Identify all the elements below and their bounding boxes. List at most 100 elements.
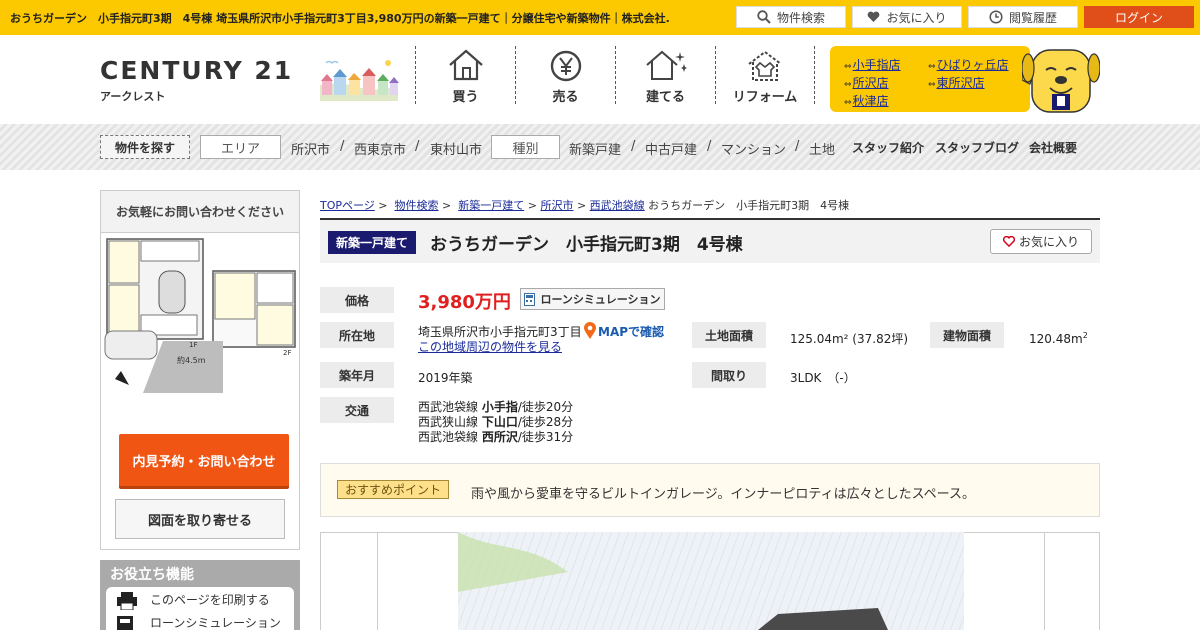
property-search-button[interactable]: 物件検索 <box>736 6 846 28</box>
recommend-point-box: おすすめポイント 雨や風から愛車を守るビルトインガレージ。インナーピロティは広々… <box>320 463 1100 517</box>
sidebar-contact-panel: お気軽にお問い合わせください 約4.5m 1F 2F 内見予約・お問い合わせ 図… <box>100 190 300 550</box>
staff-blog-link[interactable]: スタッフブログ <box>935 139 1019 156</box>
access-line: 西武池袋線 <box>418 430 479 444</box>
print-page-link[interactable]: このページを印刷する <box>150 591 270 608</box>
tshirt-house-icon <box>748 50 782 81</box>
property-search-label: 物件検索 <box>776 10 825 25</box>
find-property-button[interactable]: 物件を探す <box>100 135 190 159</box>
land-area-label: 土地面積 <box>692 322 766 348</box>
building-area-label: 建物面積 <box>930 322 1004 348</box>
access-walk: /徒歩20分 <box>517 400 574 414</box>
history-label: 閲覧履歴 <box>1008 10 1057 25</box>
breadcrumb-sep: > <box>527 199 537 212</box>
add-favorite-button[interactable]: お気に入り <box>990 229 1092 254</box>
search-icon <box>757 10 771 24</box>
nav-build-label: 建てる <box>645 90 685 105</box>
building-area-value: 120.48m2 <box>1029 331 1088 346</box>
building-area-number: 120.48m <box>1029 332 1083 346</box>
separator: / <box>707 139 712 154</box>
access-station: 小手指 <box>481 400 518 414</box>
loan-simulation-button[interactable]: ローンシミュレーション <box>520 288 665 310</box>
breadcrumb-new-house[interactable]: 新築一戸建て <box>458 199 524 212</box>
separator: / <box>631 139 636 154</box>
distance-text: 約4.5m <box>177 355 206 365</box>
mascot-character <box>1022 49 1100 113</box>
separator: / <box>340 139 345 154</box>
area-button[interactable]: エリア <box>200 135 281 159</box>
access-walk: /徒歩28分 <box>517 415 574 429</box>
area-link-nishitokyo[interactable]: 西東京市 <box>354 139 406 158</box>
area-link-tokorozawa[interactable]: 所沢市 <box>291 139 330 158</box>
floor2-text: 2F <box>283 349 291 357</box>
heart-icon <box>868 11 880 22</box>
contact-visit-button[interactable]: 内見予約・お問い合わせ <box>119 434 289 486</box>
property-photo[interactable] <box>458 532 964 630</box>
sidebar-heading: お気軽にお問い合わせください <box>101 191 299 233</box>
nav-sell-label: 売る <box>552 90 579 105</box>
breadcrumb: TOPページ > 物件検索 > 新築一戸建て > 所沢市 > 西武池袋線 おうち… <box>320 197 849 213</box>
nav-build[interactable]: 建てる <box>615 46 715 105</box>
type-link-used-house[interactable]: 中古戸建 <box>645 139 697 158</box>
company-link[interactable]: 会社概要 <box>1029 139 1077 156</box>
history-button[interactable]: 閲覧履歴 <box>968 6 1078 28</box>
breadcrumb-top[interactable]: TOPページ <box>320 199 375 212</box>
shop-link-tokorozawa[interactable]: 所沢店 <box>844 74 889 91</box>
loan-simulation-link[interactable]: ローンシミュレーション <box>150 614 281 630</box>
floor1-text: 1F <box>189 341 197 349</box>
nav-reform-label: リフォーム <box>732 90 798 105</box>
access-line: 西武狭山線 <box>418 415 479 429</box>
breadcrumb-sep: > <box>576 199 587 212</box>
staff-link[interactable]: スタッフ紹介 <box>852 139 924 156</box>
type-link-mansion[interactable]: マンション <box>721 139 786 158</box>
map-link[interactable]: MAPで確認 <box>584 322 664 340</box>
floor-plan-image[interactable]: 約4.5m 1F 2F <box>103 235 299 393</box>
shop-link-hibarigaoka[interactable]: ひばりヶ丘店 <box>928 56 1009 73</box>
nav-reform[interactable]: リフォーム <box>715 46 815 105</box>
sparkle-house-icon <box>645 50 687 80</box>
built-label: 築年月 <box>320 362 394 388</box>
address-label: 所在地 <box>320 322 394 348</box>
favorites-button[interactable]: お気に入り <box>852 6 962 28</box>
building-area-unit: 2 <box>1082 331 1088 340</box>
login-button[interactable]: ログイン <box>1084 6 1194 28</box>
built-value: 2019年築 <box>418 371 473 385</box>
calculator-icon <box>524 292 536 306</box>
separator: / <box>415 139 420 154</box>
breadcrumb-current: おうちガーデン 小手指元町3期 4号棟 <box>648 199 850 212</box>
breadcrumb-sep: > <box>378 199 388 212</box>
loan-simulation-label: ローンシミュレーション <box>540 293 661 306</box>
layout-label: 間取り <box>692 362 766 388</box>
access-line: 西武池袋線 <box>418 400 479 414</box>
type-button[interactable]: 種別 <box>491 135 560 159</box>
property-photo-frame <box>320 532 1100 630</box>
category-bar: 物件を探す エリア 所沢市 / 西東京市 / 東村山市 種別 新築戸建 / 中古… <box>0 124 1200 170</box>
layout-value: 3LDK （-） <box>790 371 856 385</box>
nav-buy-label: 買う <box>452 90 479 105</box>
map-pin-icon <box>584 322 596 339</box>
breadcrumb-search[interactable]: 物件検索 <box>395 199 439 212</box>
nav-sell[interactable]: 売る <box>515 46 615 105</box>
area-link-higashimurayama[interactable]: 東村山市 <box>430 139 482 158</box>
shop-link-kotesashi[interactable]: 小手指店 <box>844 56 901 73</box>
shop-link-higashi-tokorozawa[interactable]: 東所沢店 <box>928 74 985 91</box>
type-link-new-house[interactable]: 新築戸建 <box>569 139 621 158</box>
type-link-land[interactable]: 土地 <box>809 139 835 158</box>
map-link-label: MAPで確認 <box>598 324 665 339</box>
site-logo[interactable]: CENTURY 21 アークレスト <box>100 56 293 104</box>
breadcrumb-line[interactable]: 西武池袋線 <box>590 199 645 212</box>
top-bar: おうちガーデン 小手指元町3期 4号棟 埼玉県所沢市小手指元町3丁目3,980万… <box>0 0 1200 35</box>
photo-container <box>377 532 1045 630</box>
add-favorite-label: お気に入り <box>1018 235 1079 249</box>
land-area-value: 125.04m² (37.82坪) <box>790 332 909 346</box>
recommend-point-text: 雨や風から愛車を守るビルトインガレージ。インナーピロティは広々としたスペース。 <box>471 487 976 502</box>
access-walk: /徒歩31分 <box>517 430 574 444</box>
breadcrumb-tokorozawa[interactable]: 所沢市 <box>540 199 573 212</box>
login-label: ログイン <box>1114 10 1163 25</box>
shop-link-akitsu[interactable]: 秋津店 <box>844 92 889 109</box>
nearby-properties-link[interactable]: この地域周辺の物件を見る <box>418 338 562 355</box>
request-plan-button[interactable]: 図面を取り寄せる <box>115 499 285 539</box>
nav-buy[interactable]: 買う <box>415 46 515 105</box>
breadcrumb-sep: > <box>442 199 452 212</box>
brand-name: CENTURY 21 <box>100 56 294 85</box>
clock-icon <box>989 10 1003 24</box>
